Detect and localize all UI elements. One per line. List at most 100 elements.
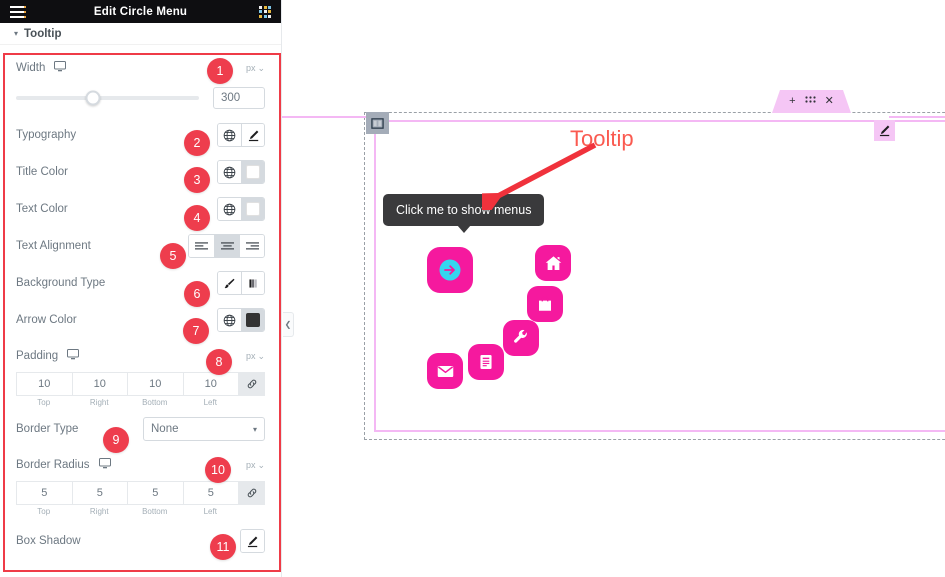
step-badge-3: 3	[184, 167, 210, 193]
control-border-type: Border Type None ▾	[16, 414, 265, 444]
shopping-bag-icon	[539, 296, 551, 311]
border-radius-side-labels: Top Right Bottom Left	[16, 507, 265, 516]
border-radius-unit-select[interactable]: px ⌄	[246, 460, 265, 471]
brush-icon[interactable]	[218, 272, 241, 294]
step-badge-2: 2	[184, 130, 210, 156]
border-type-select[interactable]: None ▾	[143, 417, 265, 441]
text-alignment-buttons	[188, 234, 265, 258]
step-badge-11: 11	[210, 534, 236, 560]
control-typography-label: Typography	[16, 129, 77, 141]
chevron-down-icon: ⌄	[257, 350, 265, 361]
control-border-radius-label: Border Radius	[16, 459, 90, 471]
control-width-label-group: Width	[16, 61, 67, 75]
padding-side-labels: Top Right Bottom Left	[16, 398, 265, 407]
title-color-swatch-button[interactable]	[241, 161, 264, 183]
globe-icon[interactable]	[218, 161, 241, 183]
envelope-icon	[437, 365, 453, 377]
chevron-left-icon: ❮	[284, 320, 292, 329]
control-typography: Typography	[16, 120, 265, 150]
step-badge-1: 1	[207, 58, 233, 84]
circle-menu-item-shopping-bag[interactable]	[527, 286, 563, 322]
padding-right-input[interactable]: 10	[71, 372, 127, 396]
align-left-icon[interactable]	[189, 235, 214, 257]
border-radius-top-input[interactable]: 5	[16, 481, 72, 505]
pink-guide-line-right	[889, 116, 945, 118]
pencil-icon[interactable]	[241, 530, 264, 552]
hamburger-icon[interactable]	[10, 5, 26, 18]
close-icon[interactable]: ✕	[825, 96, 834, 107]
column-icon[interactable]	[366, 112, 389, 134]
width-slider[interactable]	[16, 90, 199, 106]
align-center-icon[interactable]	[214, 235, 239, 257]
control-text-alignment: Text Alignment	[16, 231, 265, 261]
padding-left-input[interactable]: 10	[182, 372, 238, 396]
padding-bottom-input[interactable]: 10	[127, 372, 183, 396]
border-radius-left-input[interactable]: 5	[182, 481, 238, 505]
panel-collapse-handle[interactable]: ❮	[283, 312, 294, 337]
align-right-icon[interactable]	[239, 235, 264, 257]
step-badge-7: 7	[183, 318, 209, 344]
home-icon	[545, 255, 561, 270]
control-title-color: Title Color	[16, 157, 265, 187]
control-text-color: Text Color	[16, 194, 265, 224]
border-type-value: None	[151, 423, 179, 435]
globe-icon[interactable]	[218, 309, 241, 331]
control-text-color-label: Text Color	[16, 203, 68, 215]
chevron-down-icon: ⌄	[257, 62, 265, 73]
panel-title: Edit Circle Menu	[93, 5, 188, 18]
control-background-type: Background Type	[16, 268, 265, 298]
border-radius-unit-value: px	[245, 460, 256, 470]
pencil-icon[interactable]	[241, 124, 264, 146]
edit-widget-pencil-icon[interactable]	[874, 120, 895, 141]
padding-unit-select[interactable]: px ⌄	[246, 351, 265, 362]
width-unit-value: px	[245, 63, 256, 73]
chevron-down-icon: ▾	[14, 28, 19, 38]
width-input[interactable]: 300	[213, 87, 265, 109]
width-slider-thumb[interactable]	[85, 90, 101, 106]
desktop-icon[interactable]	[54, 61, 67, 75]
globe-icon[interactable]	[218, 124, 241, 146]
add-section-button[interactable]: +	[789, 96, 795, 107]
control-title-color-label: Title Color	[16, 166, 68, 178]
desktop-icon[interactable]	[98, 458, 111, 472]
apps-grid-icon[interactable]	[259, 5, 271, 18]
circle-menu-item-wrench[interactable]	[503, 320, 539, 356]
text-color-buttons	[217, 197, 265, 221]
control-width-label: Width	[16, 62, 46, 74]
border-radius-label-bottom: Bottom	[142, 507, 168, 516]
padding-unit-value: px	[245, 351, 256, 361]
control-background-type-label: Background Type	[16, 277, 106, 289]
text-color-swatch-button[interactable]	[241, 198, 264, 220]
step-badge-8: 8	[206, 349, 232, 375]
border-radius-label-top: Top	[37, 507, 51, 516]
circle-menu-item-envelope[interactable]	[427, 353, 463, 389]
circle-menu-item-home[interactable]	[535, 245, 571, 281]
typography-buttons	[217, 123, 265, 147]
background-type-buttons	[217, 271, 265, 295]
elementor-settings-panel: Edit Circle Menu ▾ Tooltip Width px ⌄ 30…	[0, 0, 282, 577]
section-header-tooltip[interactable]: ▾ Tooltip	[0, 23, 281, 45]
width-unit-select[interactable]: px ⌄	[246, 63, 265, 74]
desktop-icon[interactable]	[67, 349, 80, 363]
control-padding-label: Padding	[16, 350, 59, 362]
circle-menu-item-document[interactable]	[468, 344, 504, 380]
gradient-icon[interactable]	[241, 272, 264, 294]
circle-menu-main-button[interactable]	[427, 247, 473, 293]
app-root: Edit Circle Menu ▾ Tooltip Width px ⌄ 30…	[0, 0, 945, 577]
globe-icon[interactable]	[218, 198, 241, 220]
pink-guide-line-left	[282, 116, 374, 118]
arrow-color-swatch-button[interactable]	[241, 309, 264, 331]
step-badge-6: 6	[184, 281, 210, 307]
control-text-alignment-label: Text Alignment	[16, 240, 91, 252]
arrow-color-swatch	[246, 313, 260, 327]
link-icon[interactable]	[238, 372, 265, 396]
control-border-radius-label-group: Border Radius	[16, 458, 111, 472]
link-icon[interactable]	[238, 481, 265, 505]
drag-handle-icon[interactable]	[805, 96, 816, 108]
border-radius-bottom-input[interactable]: 5	[127, 481, 183, 505]
padding-top-input[interactable]: 10	[16, 372, 72, 396]
control-width-slider-row: 300	[16, 83, 265, 113]
border-radius-right-input[interactable]: 5	[71, 481, 127, 505]
